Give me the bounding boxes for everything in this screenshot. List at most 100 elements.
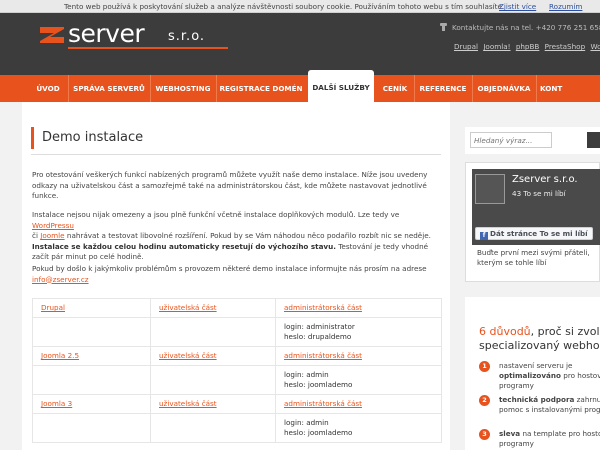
quick-link-prestashop[interactable]: PrestaShop — [545, 42, 585, 51]
login-text: login: admin — [284, 370, 329, 379]
quick-link-phpbb[interactable]: phpBB — [516, 42, 540, 51]
sidebar: Zserver s.r.o. 43 To se mi líbí fDát str… — [465, 102, 600, 450]
demo-name-link[interactable]: Joomla 2.5 — [41, 351, 79, 360]
wordpress-link[interactable]: WordPressu — [32, 221, 74, 230]
joomla-link[interactable]: Joomle — [40, 231, 64, 240]
reason-text: nastavení serveru je optimalizováno pro … — [499, 361, 600, 391]
table-cell: Joomla 3 — [32, 394, 151, 414]
demo-name-link[interactable]: Drupal — [41, 303, 65, 312]
title-accent-bar — [31, 127, 34, 149]
nav-item-cenik[interactable]: CENÍK — [378, 75, 412, 102]
why-count: 6 důvodů — [479, 325, 531, 338]
nav-separator — [536, 75, 537, 102]
fb-like-label: Dát stránce To se mi líbí — [490, 229, 588, 238]
nav-item-dalsi-sluzby[interactable]: DALŠÍ SLUŽBY — [308, 70, 374, 102]
table-cell: administrátorská část — [275, 298, 442, 318]
nav-item-reference[interactable]: REFERENCE — [416, 75, 470, 102]
logo-mark-icon — [40, 27, 64, 43]
contact-info: Kontaktujte nás na tel. +420 776 251 658 — [440, 23, 600, 32]
admin-part-link[interactable]: administrátorská část — [284, 399, 362, 408]
phone-icon — [440, 23, 447, 31]
table-row: Drupal uživatelská část administrátorská… — [32, 298, 442, 318]
logo-suffix: s.r.o. — [168, 29, 206, 44]
nav-item-webhosting[interactable]: WEBHOSTING — [152, 75, 214, 102]
reason-text: sleva na template pro hosto programy — [499, 429, 600, 449]
table-cell: Joomla 2.5 — [32, 346, 151, 366]
nav-item-uvod[interactable]: ÚVOD — [30, 75, 66, 102]
logo-underline — [68, 47, 228, 49]
table-cell: Drupal — [32, 298, 151, 318]
table-cell — [32, 317, 151, 347]
facebook-icon: f — [480, 232, 488, 240]
fb-cta-text: Buďte první mezi svými přáteli, kterým s… — [477, 248, 590, 267]
user-part-link[interactable]: uživatelská část — [159, 399, 217, 408]
reset-notice: Instalace se každou celou hodinu automat… — [32, 241, 336, 251]
quick-links: Drupal Joomla! phpBB PrestaShop WordPres… — [454, 42, 600, 51]
password-text: heslo: joomlademo — [284, 428, 353, 437]
email-link[interactable]: info@zserver.cz — [32, 275, 89, 284]
table-row: login: admin heslo: joomlademo — [32, 365, 442, 395]
main-content: Demo instalace Pro otestování veškerých … — [22, 102, 450, 450]
search-input[interactable] — [470, 132, 552, 148]
table-cell: uživatelská část — [150, 394, 276, 414]
cookie-bar: Tento web používá k poskytování služeb a… — [0, 0, 600, 13]
login-text: login: admin — [284, 418, 329, 427]
reason-number: 1 — [479, 361, 490, 372]
why-us-box: 6 důvodů, proč si zvolit specializovaný … — [465, 297, 600, 450]
page-title-block: Demo instalace — [31, 127, 441, 155]
demo-table: Drupal uživatelská část administrátorská… — [32, 298, 442, 443]
table-cell — [150, 365, 276, 395]
fb-cover-image[interactable]: Zserver s.r.o. 43 To se mi líbí f Dát str… — [472, 169, 600, 245]
nav-item-kontakt[interactable]: KONT — [540, 75, 600, 102]
fb-profile-thumbnail[interactable] — [475, 174, 505, 204]
intro-paragraph: Pro otestování veškerých funkcí nabízený… — [32, 170, 428, 200]
table-cell — [32, 365, 151, 395]
table-cell: uživatelská část — [150, 298, 276, 318]
reason-text: technická podpora zahrnuj pomoc s instal… — [499, 395, 600, 415]
table-cell — [150, 413, 276, 443]
search-box — [465, 127, 600, 154]
info-text-b: či — [32, 231, 38, 240]
user-part-link[interactable]: uživatelská část — [159, 351, 217, 360]
nav-item-objednavka[interactable]: OBJEDNÁVKA — [474, 75, 534, 102]
fb-page-name[interactable]: Zserver s.r.o. — [512, 174, 578, 185]
contact-phone: Kontaktujte nás na tel. +420 776 251 658 — [452, 23, 600, 32]
contact-paragraph: Pokud by došlo k jakýmkoliv problémům s … — [32, 264, 442, 285]
credentials-cell: login: admin heslo: joomlademo — [275, 413, 442, 443]
fb-like-count: 43 To se mi líbí — [512, 189, 566, 198]
cookie-text: Tento web používá k poskytování služeb a… — [64, 2, 505, 11]
admin-part-link[interactable]: administrátorská část — [284, 351, 362, 360]
nav-separator — [414, 75, 415, 102]
quick-link-wordpress[interactable]: WordPress — [590, 42, 600, 51]
table-row: Joomla 2.5 uživatelská část administráto… — [32, 346, 442, 366]
nav-separator — [472, 75, 473, 102]
table-row: login: admin heslo: joomlademo — [32, 413, 442, 443]
cookie-more-link[interactable]: Zjistit více — [499, 0, 536, 13]
quick-link-drupal[interactable]: Drupal — [454, 42, 478, 51]
cookie-accept-link[interactable]: Rozumím — [549, 0, 582, 13]
search-button[interactable] — [587, 132, 600, 148]
user-part-link[interactable]: uživatelská část — [159, 303, 217, 312]
table-cell — [150, 317, 276, 347]
demo-name-link[interactable]: Joomla 3 — [41, 399, 72, 408]
table-cell — [32, 413, 151, 443]
reason-number: 3 — [479, 429, 490, 440]
why-us-title: 6 důvodů, proč si zvolit specializovaný … — [479, 325, 600, 353]
nav-item-registrace-domen[interactable]: REGISTRACE DOMÉN — [218, 75, 304, 102]
fb-like-button[interactable]: f Dát stránce To se mi líbí — [475, 227, 593, 240]
password-text: heslo: drupaldemo — [284, 332, 352, 341]
reason-number: 2 — [479, 395, 490, 406]
reason-bold: sleva — [499, 429, 521, 438]
table-cell: uživatelská část — [150, 346, 276, 366]
reason-bold: technická podpora — [499, 395, 575, 404]
credentials-cell: login: administrator heslo: drupaldemo — [275, 317, 442, 347]
admin-part-link[interactable]: administrátorská část — [284, 303, 362, 312]
main-nav: ÚVOD SPRÁVA SERVERŮ WEBHOSTING REGISTRAC… — [0, 70, 600, 102]
password-text: heslo: joomlademo — [284, 380, 353, 389]
contact-text: Pokud by došlo k jakýmkoliv problémům s … — [32, 264, 427, 273]
table-cell: administrátorská část — [275, 346, 442, 366]
page-title: Demo instalace — [42, 130, 144, 145]
info-text-c: nahrávat a testovat libovolné rozšíření.… — [66, 231, 431, 240]
nav-item-sprava-serveru[interactable]: SPRÁVA SERVERŮ — [70, 75, 148, 102]
quick-link-joomla[interactable]: Joomla! — [483, 42, 510, 51]
